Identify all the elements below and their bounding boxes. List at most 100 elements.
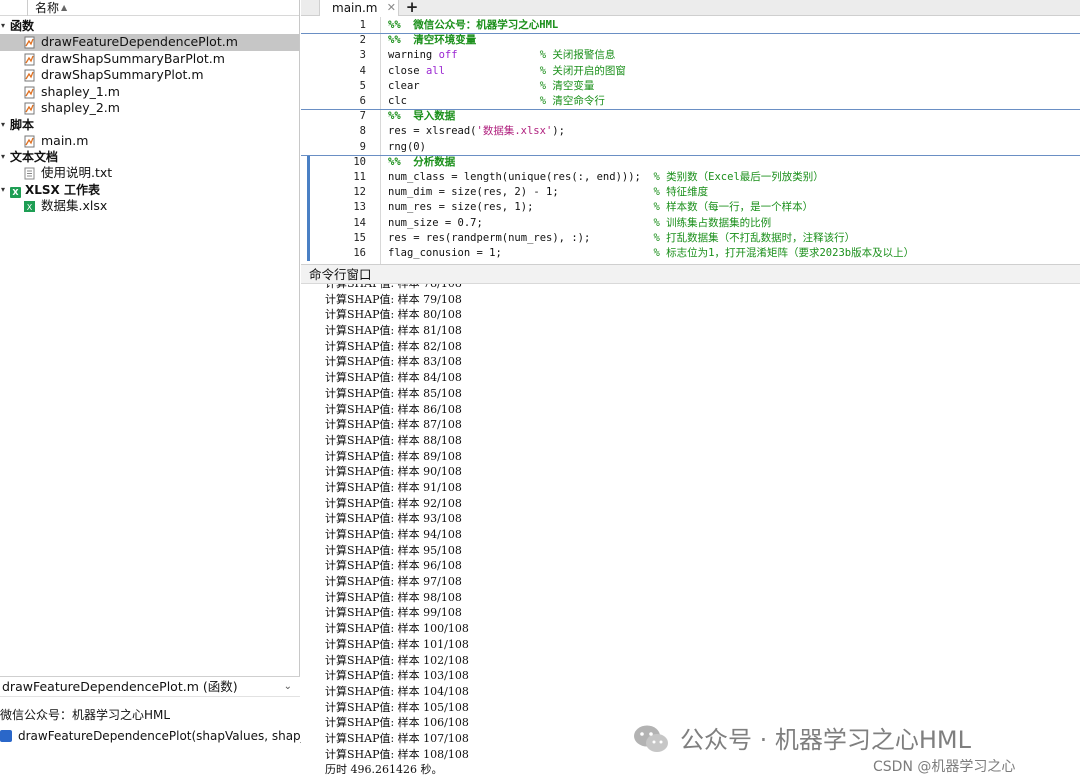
details-panel: drawFeatureDependencePlot.m (函数) ⌄ 微信公众号…	[0, 676, 318, 783]
collapse-icon[interactable]: ▾	[1, 18, 5, 34]
details-description: 微信公众号：机器学习之心HML	[0, 708, 171, 722]
cell-divider	[301, 109, 1080, 111]
name-column-header[interactable]: 名称	[35, 0, 59, 16]
command-output: 计算SHAP值: 样本 78/108计算SHAP值: 样本 79/108 计算SH…	[325, 284, 469, 778]
output-line: 计算SHAP值: 样本 83/108	[325, 355, 462, 369]
output-line: 计算SHAP值: 样本 89/108	[325, 449, 462, 463]
file-item[interactable]: drawShapSummaryBarPlot.m	[0, 50, 299, 68]
m-file-icon	[24, 69, 35, 82]
output-line: 计算SHAP值: 样本 96/108	[325, 559, 462, 573]
file-tree: ▾ 函数 drawFeatureDependencePlot.m drawShapSu…	[0, 18, 299, 215]
m-file-icon	[24, 36, 35, 49]
output-line: 计算SHAP值: 样本 87/108	[325, 418, 462, 432]
code-line[interactable]: res = res(randperm(num_res), :); % 打乱数据集…	[388, 231, 855, 246]
m-file-icon	[24, 102, 35, 115]
tree-group-label: XLSX 工作表	[25, 182, 100, 197]
m-file-icon	[24, 135, 35, 147]
file-item[interactable]: shapley_2.m	[0, 100, 299, 117]
line-number: 7	[359, 110, 366, 123]
line-number: 13	[353, 201, 366, 214]
code-line[interactable]: %% 导入数据	[388, 109, 455, 124]
code-line[interactable]: num_dim = size(res, 2) - 1; % 特征维度	[388, 185, 708, 200]
output-line: 计算SHAP值: 样本 107/108	[325, 731, 469, 745]
output-line: 计算SHAP值: 样本 99/108	[325, 606, 462, 620]
tree-group[interactable]: ▾ 函数	[0, 18, 299, 34]
code-line[interactable]: warning off % 关闭报警信息	[388, 48, 615, 63]
output-line: 计算SHAP值: 样本 95/108	[325, 543, 462, 557]
close-icon[interactable]: ✕	[387, 0, 396, 16]
file-browser-panel: 名称 ▲ ▾ 函数 drawFeatureDependencePlot.m drawS…	[0, 0, 300, 783]
code-line[interactable]: num_res = size(res, 1); % 样本数（每一行，是一个样本）	[388, 200, 813, 215]
excel-icon: X	[10, 186, 21, 198]
output-line: 计算SHAP值: 样本 81/108	[325, 324, 462, 338]
output-line: 计算SHAP值: 样本 92/108	[325, 496, 462, 510]
line-number: 8	[359, 125, 366, 138]
file-item[interactable]: drawFeatureDependencePlot.m	[0, 34, 299, 51]
output-line: 计算SHAP值: 样本 100/108	[325, 622, 469, 636]
file-name: shapley_2.m	[41, 100, 120, 115]
command-window[interactable]: 计算SHAP值: 样本 78/108计算SHAP值: 样本 79/108 计算SH…	[301, 284, 1080, 783]
code-line[interactable]: flag_conusion = 1; % 标志位为1，打开混淆矩阵（要求2023…	[388, 246, 914, 261]
function-icon	[0, 730, 12, 742]
collapse-icon[interactable]: ▾	[1, 117, 5, 133]
line-number-gutter: 1 2 3 4 5 6 7 8 9 10 11 12 13 14 15 16	[301, 17, 381, 264]
add-tab-button[interactable]: +	[401, 0, 423, 16]
wechat-icon	[634, 725, 668, 752]
code-line[interactable]: %% 微信公众号：机器学习之心HML	[388, 18, 558, 33]
file-name: drawShapSummaryPlot.m	[41, 67, 204, 82]
elapsed-time: 历时 496.261426 秒。	[325, 763, 443, 777]
svg-text:X: X	[27, 203, 33, 212]
collapse-icon[interactable]: ▾	[1, 182, 5, 198]
line-number: 3	[359, 49, 366, 62]
line-number: 1	[359, 19, 366, 31]
collapse-icon[interactable]: ▾	[1, 149, 5, 165]
output-line: 计算SHAP值: 样本 86/108	[325, 402, 462, 416]
line-number: 9	[359, 140, 366, 153]
line-number: 12	[353, 186, 366, 199]
tree-group[interactable]: ▾ 文本文档	[0, 149, 299, 165]
details-title: drawFeatureDependencePlot.m (函数)	[2, 679, 238, 694]
code-line[interactable]: close all % 关闭开启的图窗	[388, 64, 626, 79]
output-line: 计算SHAP值: 样本 91/108	[325, 480, 462, 494]
output-line: 计算SHAP值: 样本 102/108	[325, 653, 469, 667]
code-line[interactable]: num_class = length(unique(res(:, end)));…	[388, 170, 824, 185]
output-line: 计算SHAP值: 样本 82/108	[325, 339, 462, 353]
file-name: shapley_1.m	[41, 83, 120, 99]
file-item[interactable]: X 数据集.xlsx	[0, 198, 299, 215]
tree-group[interactable]: ▾ 脚本	[0, 117, 299, 133]
output-line: 计算SHAP值: 样本 80/108	[325, 308, 462, 322]
chevron-down-icon[interactable]: ⌄	[284, 677, 292, 697]
watermark-text: 公众号 · 机器学习之心HML	[680, 726, 972, 754]
line-number: 11	[353, 171, 366, 183]
output-line: 计算SHAP值: 样本 98/108	[325, 590, 462, 604]
code-line[interactable]: clc % 清空命令行	[388, 94, 605, 109]
tab-main-m[interactable]: main.m ✕	[319, 0, 399, 16]
code-line[interactable]: res = xlsread('数据集.xlsx');	[388, 124, 565, 139]
editor-tab-bar: main.m ✕ +	[301, 0, 1080, 16]
output-line: 计算SHAP值: 样本 108/108	[325, 747, 469, 761]
code-line[interactable]: rng(0)	[388, 140, 426, 155]
code-line[interactable]: %% 清空环境变量	[388, 33, 476, 48]
file-item[interactable]: drawShapSummaryPlot.m	[0, 67, 299, 84]
code-editor[interactable]: 1 2 3 4 5 6 7 8 9 10 11 12 13 14 15 16 %% 微信公众号：机器学习之心H…	[301, 17, 1080, 264]
details-signature: drawFeatureDependencePlot(shapValues, sh…	[0, 727, 318, 745]
code-line[interactable]: %% 分析数据	[388, 155, 455, 170]
code-line[interactable]: clear % 清空变量	[388, 79, 594, 94]
file-name: 使用说明.txt	[41, 165, 113, 180]
sort-ascending-icon: ▲	[61, 3, 68, 12]
output-line: 计算SHAP值: 样本 97/108	[325, 575, 462, 589]
file-item[interactable]: 使用说明.txt	[0, 165, 299, 182]
cell-divider	[301, 154, 1080, 156]
line-number: 4	[359, 64, 366, 77]
file-name: drawShapSummaryBarPlot.m	[41, 50, 225, 66]
file-item[interactable]: shapley_1.m	[0, 83, 299, 101]
line-number: 5	[359, 79, 366, 92]
details-signature-text: drawFeatureDependencePlot(shapValues, sh…	[18, 729, 319, 743]
code-line[interactable]: num_size = 0.7; % 训练集占数据集的比例	[388, 216, 771, 231]
file-item[interactable]: main.m	[0, 133, 299, 150]
details-header[interactable]: drawFeatureDependencePlot.m (函数) ⌄	[0, 677, 300, 697]
line-number: 10	[353, 155, 366, 168]
tree-group[interactable]: ▾ X XLSX 工作表	[0, 182, 299, 198]
line-number: 14	[353, 216, 366, 229]
file-browser-header: 名称 ▲	[0, 0, 299, 16]
